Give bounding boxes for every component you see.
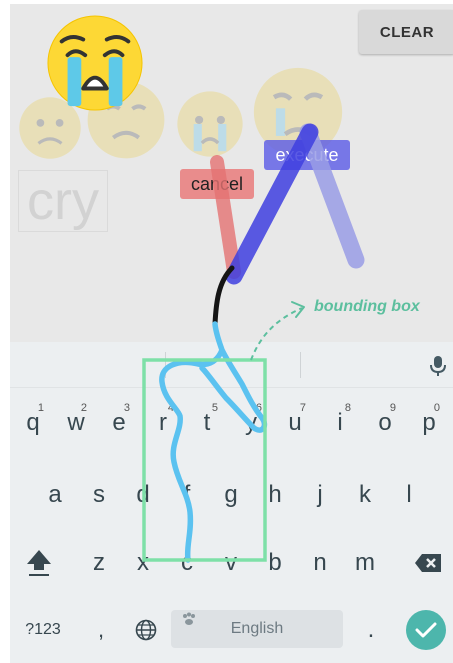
suggestion-strip <box>10 342 453 388</box>
key-x[interactable]: x <box>124 538 162 588</box>
ghost-recognized-text: cry <box>18 170 108 232</box>
key-q[interactable]: 1q <box>14 398 52 448</box>
key-j[interactable]: j <box>301 470 339 520</box>
key-m[interactable]: m <box>346 538 384 588</box>
key-t[interactable]: 5t <box>188 398 226 448</box>
crying-face-emoji-icon <box>47 15 143 111</box>
key-h[interactable]: h <box>256 470 294 520</box>
key-v[interactable]: v <box>212 538 250 588</box>
drawing-canvas[interactable]: CLEAR cry cancel execute bounding box <box>10 4 453 342</box>
key-i[interactable]: 8i <box>321 398 359 448</box>
comma-key[interactable]: , <box>86 612 116 648</box>
key-r[interactable]: 4r <box>144 398 182 448</box>
bounding-box-annotation: bounding box <box>314 298 420 315</box>
backspace-icon <box>415 554 441 572</box>
key-y[interactable]: 6y <box>232 398 270 448</box>
clear-button[interactable]: CLEAR <box>359 10 453 54</box>
key-s[interactable]: s <box>80 470 118 520</box>
backspace-key[interactable] <box>408 538 448 588</box>
key-b[interactable]: b <box>256 538 294 588</box>
key-a[interactable]: a <box>36 470 74 520</box>
key-u[interactable]: 7u <box>276 398 314 448</box>
suggestion-divider <box>300 352 301 378</box>
execute-gesture-label: execute <box>264 140 350 170</box>
suggestion-divider <box>165 352 166 378</box>
space-bar-label: English <box>230 620 284 637</box>
globe-icon <box>135 619 157 641</box>
paw-icon <box>183 612 195 625</box>
app-frame: CLEAR cry cancel execute bounding box 1 … <box>10 4 453 663</box>
key-n[interactable]: n <box>301 538 339 588</box>
checkmark-icon <box>415 622 437 638</box>
key-z[interactable]: z <box>80 538 118 588</box>
shift-key[interactable] <box>18 538 60 588</box>
key-w[interactable]: 2w <box>57 398 95 448</box>
space-bar[interactable]: English <box>171 610 343 648</box>
enter-key[interactable] <box>406 610 446 650</box>
key-e[interactable]: 3e <box>100 398 138 448</box>
cancel-gesture-label: cancel <box>180 169 254 199</box>
language-key[interactable] <box>130 612 162 648</box>
crying-face-emoji-icon <box>177 91 243 157</box>
key-f[interactable]: f <box>168 470 206 520</box>
keyboard: 1q 2w 3e 4r 5t 6y 7u 8i 9o 0p a s d f g … <box>10 342 453 663</box>
key-d[interactable]: d <box>124 470 162 520</box>
shift-icon <box>27 550 51 576</box>
key-o[interactable]: 9o <box>366 398 404 448</box>
period-key[interactable]: . <box>360 612 382 648</box>
symbols-key[interactable]: ?123 <box>18 612 68 648</box>
key-k[interactable]: k <box>346 470 384 520</box>
key-c[interactable]: c <box>168 538 206 588</box>
key-l[interactable]: l <box>390 470 428 520</box>
key-g[interactable]: g <box>212 470 250 520</box>
key-p[interactable]: 0p <box>410 398 448 448</box>
microphone-icon[interactable] <box>430 355 446 377</box>
